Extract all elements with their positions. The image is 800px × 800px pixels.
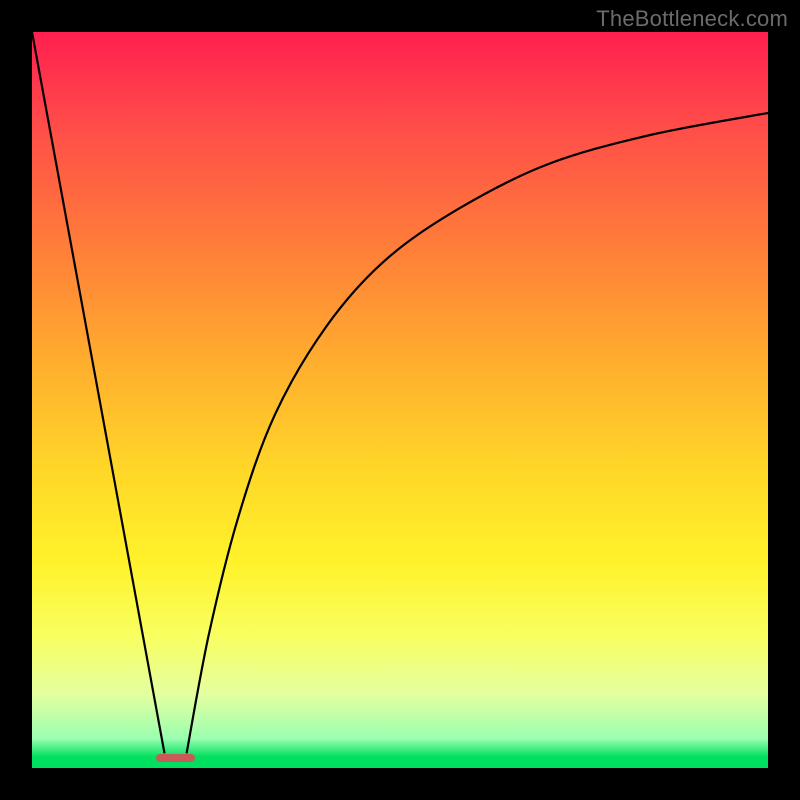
curve-right: [187, 113, 768, 753]
curve-left: [32, 32, 165, 753]
watermark-text: TheBottleneck.com: [596, 6, 788, 32]
chart-frame: TheBottleneck.com: [0, 0, 800, 800]
bottleneck-curve: [32, 32, 768, 768]
plot-area: [32, 32, 768, 768]
optimal-marker: [156, 754, 194, 762]
